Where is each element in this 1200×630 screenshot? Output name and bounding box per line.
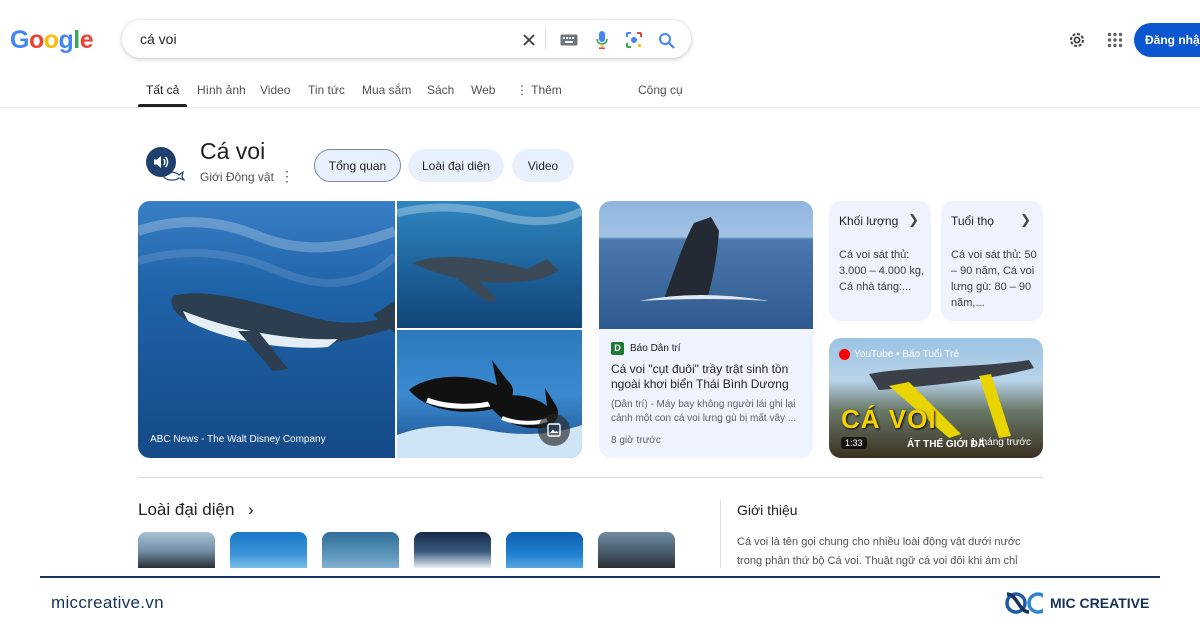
clear-icon[interactable]	[518, 29, 540, 51]
species-thumbnail[interactable]	[138, 532, 215, 568]
fact-label-lifespan: Tuổi thọ	[951, 214, 994, 228]
settings-gear-icon[interactable]	[1066, 29, 1088, 51]
youtube-icon	[839, 349, 850, 360]
image-gallery-button[interactable]	[538, 414, 570, 446]
chip-video[interactable]: Video	[512, 149, 574, 182]
search-input[interactable]: cá voi	[140, 31, 177, 47]
news-source-logo: D	[611, 342, 624, 355]
whale-image-top-right[interactable]	[397, 201, 582, 328]
news-snippet: (Dân trí) - Máy bay không người lái ghi …	[611, 399, 797, 424]
whale-main-image[interactable]: ABC News - The Walt Disney Company	[138, 201, 395, 458]
species-thumbnail[interactable]	[230, 532, 307, 568]
chip-representative-species[interactable]: Loài đại diện	[408, 149, 504, 182]
footer-site: miccreative.vn	[51, 593, 164, 612]
tabs-divider	[0, 107, 1200, 108]
image-source-caption: ABC News - The Walt Disney Company	[150, 434, 326, 445]
entity-options-icon[interactable]: ⋮	[280, 168, 294, 185]
search-divider	[545, 29, 546, 49]
species-thumbnail[interactable]	[506, 532, 583, 568]
chevron-right-icon: ❯	[1020, 212, 1031, 227]
speaker-icon	[154, 156, 169, 168]
chip-overview[interactable]: Tổng quan	[314, 149, 401, 182]
search-icon[interactable]	[655, 29, 677, 51]
fact-card-lifespan[interactable]: Tuổi thọ ❯ Cá voi sát thủ: 50 – 90 năm, …	[941, 201, 1043, 321]
intro-title: Giới thiệu	[737, 502, 798, 518]
tab-web[interactable]: Web	[471, 83, 495, 97]
lens-icon[interactable]	[623, 29, 645, 51]
tab-books[interactable]: Sách	[427, 83, 454, 97]
video-source: YouTube • Báo Tuổi Trẻ	[839, 349, 959, 360]
video-duration: 1:33	[841, 437, 867, 449]
apps-grid-icon[interactable]	[1104, 29, 1126, 51]
tab-video[interactable]: Video	[260, 83, 290, 97]
tab-images[interactable]: Hình ảnh	[197, 83, 246, 97]
video-card[interactable]: YouTube • Báo Tuổi Trẻ CÁ VOI 1:33 ÁT TH…	[829, 338, 1043, 458]
microphone-icon[interactable]	[591, 29, 613, 51]
whale-outline-icon	[161, 168, 186, 187]
video-age: 1 tháng trước	[970, 437, 1031, 448]
species-thumbnail[interactable]	[414, 532, 491, 568]
news-title[interactable]: Cá voi "cụt đuôi" trầy trật sinh tồn ngo…	[611, 362, 803, 392]
news-time: 8 giờ trước	[611, 435, 661, 446]
species-thumbnail[interactable]	[598, 532, 675, 568]
video-source-label: YouTube • Báo Tuổi Trẻ	[854, 349, 960, 360]
species-section-title[interactable]: Loài đại diện	[138, 500, 234, 520]
entity-subtitle: Giới Động vật	[200, 170, 274, 184]
fact-label-weight: Khối lượng	[839, 214, 899, 228]
search-box[interactable]: cá voi	[122, 20, 691, 58]
fact-card-weight[interactable]: Khối lượng ❯ Cá voi sát thủ: 3.000 – 4.0…	[829, 201, 931, 321]
more-dots-icon: ⋮	[516, 83, 532, 97]
tab-more-label: Thêm	[531, 83, 562, 97]
news-image	[599, 201, 813, 329]
fact-value-lifespan: Cá voi sát thủ: 50 – 90 năm, Cá voi lưng…	[951, 249, 1037, 309]
orca-image[interactable]	[397, 330, 582, 458]
column-divider	[720, 500, 721, 568]
gallery-icon	[547, 423, 561, 437]
news-card[interactable]: D Báo Dân trí Cá voi "cụt đuôi" trầy trậ…	[599, 201, 813, 458]
tab-news[interactable]: Tin tức	[308, 83, 345, 97]
intro-text: Cá voi là tên gọi chung cho nhiều loài đ…	[737, 536, 1021, 567]
mic-creative-logo-icon	[993, 590, 1049, 616]
login-button[interactable]: Đăng nhập	[1134, 23, 1200, 57]
species-chevron-icon[interactable]: ›	[248, 500, 254, 520]
chevron-right-icon: ❯	[908, 212, 919, 227]
video-overlay-title: CÁ VOI	[841, 404, 937, 434]
footer-rule	[40, 576, 1160, 578]
section-divider	[138, 477, 1043, 478]
google-logo[interactable]: Google	[10, 26, 94, 55]
news-source: Báo Dân trí	[630, 343, 681, 354]
species-thumbnail[interactable]	[322, 532, 399, 568]
footer-brand: MIC CREATIVE	[1050, 595, 1150, 611]
entity-title: Cá voi	[200, 138, 266, 164]
tab-shopping[interactable]: Mua sắm	[362, 83, 411, 97]
fact-value-weight: Cá voi sát thủ: 3.000 – 4.000 kg, Cá nhà…	[839, 249, 925, 293]
tab-tools[interactable]: Công cụ	[638, 83, 683, 97]
tab-all[interactable]: Tất cả	[146, 83, 179, 97]
tab-more[interactable]: ⋮ Thêm	[516, 83, 562, 97]
keyboard-icon[interactable]	[558, 29, 580, 51]
